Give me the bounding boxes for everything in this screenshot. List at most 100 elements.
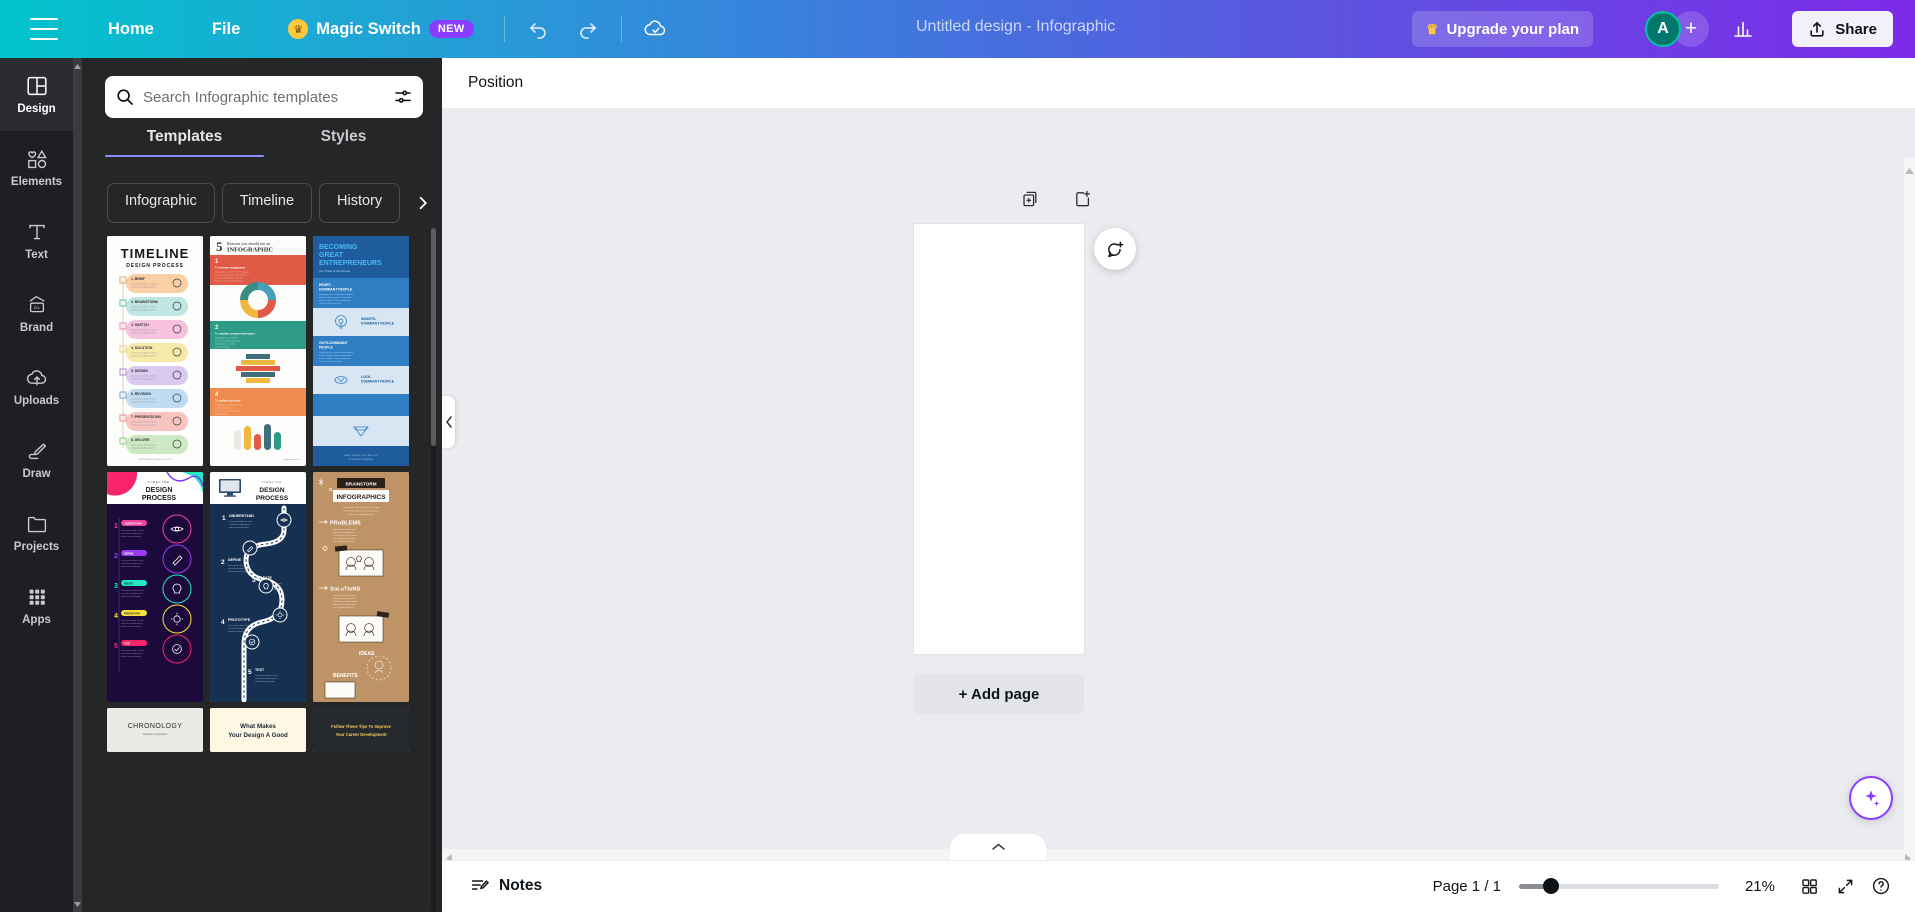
tab-templates[interactable]: Templates xyxy=(105,128,264,157)
sidebar-item-uploads[interactable]: Uploads xyxy=(0,350,73,423)
document-title[interactable]: Untitled design - Infographic xyxy=(916,18,1115,36)
add-comment-button[interactable] xyxy=(1094,228,1136,270)
panel-collapse-button[interactable] xyxy=(442,396,455,448)
cloud-check-icon[interactable] xyxy=(636,9,676,49)
hamburger-menu-icon[interactable] xyxy=(30,18,58,40)
svg-text:Your Career Development: Your Career Development xyxy=(335,732,387,737)
svg-text:information in a clear,: information in a clear, xyxy=(215,343,236,346)
sidebar-label: Elements xyxy=(10,176,63,188)
chip-history[interactable]: History xyxy=(319,183,401,223)
svg-text:PRoBLEMS: PRoBLEMS xyxy=(330,520,361,526)
svg-text:of data, making complex inform: of data, making complex information xyxy=(319,296,351,299)
template-card[interactable]: BECOMING GREAT ENTREPRENEURS Top Traits … xyxy=(313,236,409,466)
help-button[interactable] xyxy=(1863,868,1899,904)
zoom-slider-knob[interactable] xyxy=(1543,878,1559,894)
crown-icon: ♛ xyxy=(1425,20,1439,37)
svg-text:IDEAS: IDEAS xyxy=(359,651,375,657)
svg-text:sed do eiusmod tempor.: sed do eiusmod tempor. xyxy=(255,680,276,683)
zoom-control: 21% xyxy=(1519,878,1775,895)
svg-text:"HEART, SMARTS, GUTS, AND LUCK: "HEART, SMARTS, GUTS, AND LUCK" xyxy=(343,454,378,457)
svg-text:INFOGRAPHICS: INFOGRAPHICS xyxy=(337,494,387,501)
svg-text:concise format.: concise format. xyxy=(215,346,230,349)
svg-text:BRAINSTORM: BRAINSTORM xyxy=(345,481,376,486)
svg-text:use visual elements such as: use visual elements such as xyxy=(215,277,243,280)
scroll-up-arrow-icon[interactable] xyxy=(73,60,82,72)
upgrade-plan-button[interactable]: ♛ Upgrade your plan xyxy=(1411,11,1593,47)
scroll-down-arrow-icon[interactable] xyxy=(73,898,82,910)
template-card[interactable]: What Makes Your Design A Good xyxy=(210,708,306,752)
magic-studio-button[interactable] xyxy=(1849,776,1893,820)
search-box[interactable] xyxy=(105,76,423,118)
svg-text:consectetur adipiscing elit,: consectetur adipiscing elit, xyxy=(121,532,144,535)
redo-icon[interactable] xyxy=(567,9,607,49)
design-page-canvas[interactable] xyxy=(914,224,1084,654)
undo-icon[interactable] xyxy=(519,9,559,49)
position-button[interactable]: Position xyxy=(456,67,535,99)
svg-text:consectetur adipiscing elit.: consectetur adipiscing elit. xyxy=(333,597,356,600)
sidebar-item-projects[interactable]: Projects xyxy=(0,496,73,569)
sidebar-label: Projects xyxy=(13,541,60,553)
chips-next-arrow-icon[interactable] xyxy=(411,190,435,216)
add-page-button[interactable]: + Add page xyxy=(914,674,1084,714)
sidebar-item-draw[interactable]: Draw xyxy=(0,423,73,496)
svg-text:Lorem ipsum dolor sit amet,: Lorem ipsum dolor sit amet, xyxy=(131,283,157,286)
search-input[interactable] xyxy=(143,88,393,106)
add-page-icon[interactable] xyxy=(1070,186,1096,212)
chip-infographic[interactable]: Infographic xyxy=(107,183,215,223)
svg-text:Infographics are visual repres: Infographics are visual representations xyxy=(319,293,353,296)
rail-scrollbar[interactable] xyxy=(73,58,82,912)
text-t-icon xyxy=(28,224,45,240)
duplicate-page-icon[interactable] xyxy=(1018,186,1044,212)
sidebar-item-text[interactable]: Text xyxy=(0,204,73,277)
sidebar-item-elements[interactable]: Elements xyxy=(0,131,73,204)
search-icon xyxy=(117,89,133,105)
canvas-horizontal-scrollbar[interactable] xyxy=(442,849,1915,863)
svg-text:consectetur adipiscing elit.: consectetur adipiscing elit. xyxy=(131,309,156,312)
help-question-icon xyxy=(1872,877,1890,895)
template-card[interactable]: TIMELINE DESIGN PROCESS 1. BRIEF 2. BRAIN… xyxy=(107,236,203,466)
svg-text:What Makes: What Makes xyxy=(240,723,276,730)
collapse-panel-button[interactable] xyxy=(950,834,1046,860)
svg-text:GREAT: GREAT xyxy=(319,252,344,259)
sidebar-item-design[interactable]: Design xyxy=(0,58,73,131)
svg-text:sed do eiusmod tempor.: sed do eiusmod tempor. xyxy=(121,595,142,598)
sidebar-item-apps[interactable]: Apps xyxy=(0,569,73,642)
template-card[interactable]: CHRONOLOGY timeline infographic xyxy=(107,708,203,752)
svg-text:Your Design A Good: Your Design A Good xyxy=(228,732,288,739)
fullscreen-button[interactable] xyxy=(1827,868,1863,904)
template-grid: TIMELINE DESIGN PROCESS 1. BRIEF 2. BRAIN… xyxy=(107,236,417,912)
sidebar-label: Uploads xyxy=(13,395,60,407)
magic-switch-button[interactable]: ♛ Magic Switch NEW xyxy=(288,19,474,39)
bottom-bar: Notes Page 1 / 1 21% xyxy=(442,860,1915,912)
tab-styles[interactable]: Styles xyxy=(264,128,423,157)
file-menu-button[interactable]: File xyxy=(202,14,250,45)
grid-view-button[interactable] xyxy=(1791,868,1827,904)
page-count-label: Page 1 / 1 xyxy=(1432,877,1501,895)
avatar[interactable]: A xyxy=(1645,11,1681,47)
scroll-up-arrow-icon[interactable] xyxy=(1905,161,1914,179)
template-card[interactable]: Follow These Tips To Improve Your Career… xyxy=(313,708,409,752)
canvas-vertical-scrollbar[interactable] xyxy=(1904,158,1915,910)
chip-timeline[interactable]: Timeline xyxy=(221,183,313,223)
analytics-button[interactable] xyxy=(1723,11,1763,47)
svg-text:Infographics can be more engag: Infographics can be more engaging xyxy=(215,271,250,274)
panel-scrollbar-thumb[interactable] xyxy=(431,228,436,446)
share-button[interactable]: Share xyxy=(1792,11,1893,47)
svg-text:5. DESIGN: 5. DESIGN xyxy=(131,369,148,373)
page-tools xyxy=(1018,186,1096,212)
notes-button[interactable]: Notes xyxy=(460,869,552,903)
zoom-slider[interactable] xyxy=(1519,878,1719,894)
panel-tabs: Templates Styles xyxy=(105,128,423,157)
template-card[interactable]: 5 Reasons you should use an INFOGRAPHIC … xyxy=(210,236,306,466)
sidebar-item-brand[interactable]: co. Brand xyxy=(0,277,73,350)
canvas-area[interactable]: + Add page xyxy=(442,108,1915,910)
svg-text:easier to digest. They use ele: easier to digest. They use elements xyxy=(319,299,351,302)
svg-text:1. BRIEF: 1. BRIEF xyxy=(131,277,145,281)
template-card[interactable]: TIMELINE DESIGN PROCESS 1 UNDERSTAND 2 D… xyxy=(210,472,306,702)
panel-scrollbar-track[interactable] xyxy=(431,228,436,912)
home-button[interactable]: Home xyxy=(98,14,164,45)
svg-text:4: 4 xyxy=(114,613,118,620)
template-card[interactable]: BRAINSTORM INFOGRAPHICS Lorem ipsum dolo… xyxy=(313,472,409,702)
divider xyxy=(620,16,622,42)
template-card[interactable]: TIMELINE DESIGN PROCESS 1 UNDERSTAND 2 D… xyxy=(107,472,203,702)
